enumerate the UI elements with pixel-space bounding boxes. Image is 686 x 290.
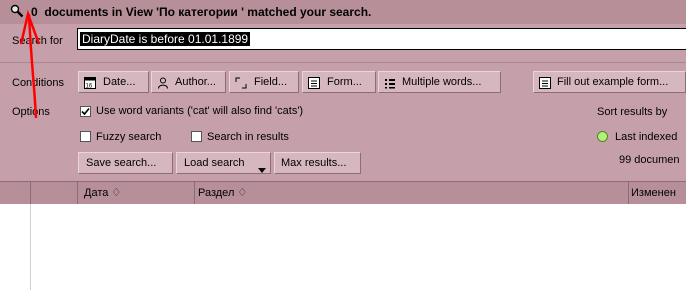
search-panel: 0 documents in View 'По категории ' matc… <box>0 0 686 181</box>
max-results-button[interactable]: Max results... <box>274 152 361 174</box>
search-input[interactable]: DiaryDate is before 01.01.1899 <box>77 28 686 50</box>
person-icon <box>157 76 169 89</box>
svg-text:16: 16 <box>86 84 93 90</box>
field-icon <box>235 76 247 89</box>
calendar-icon: 16 <box>84 76 96 90</box>
save-search-button[interactable]: Save search... <box>78 152 173 174</box>
load-search-button[interactable]: Load search <box>176 152 271 174</box>
column-header-section[interactable]: Раздел ♢ <box>194 182 628 204</box>
search-icon <box>10 4 24 21</box>
divider <box>0 62 686 63</box>
sort-icon: ♢ <box>237 187 248 199</box>
column-header-date[interactable]: Дата ♢ <box>77 182 194 204</box>
options-label: Options <box>12 106 50 118</box>
sort-results-label: Sort results by <box>597 106 668 118</box>
search-in-results-checkbox[interactable] <box>191 131 202 142</box>
form-icon <box>539 76 551 89</box>
results-status-bar: 0 documents in View 'По категории ' matc… <box>0 0 686 24</box>
conditions-label: Conditions <box>12 77 64 89</box>
fuzzy-search-label: Fuzzy search <box>96 131 162 143</box>
word-variants-checkbox[interactable] <box>80 106 91 117</box>
fuzzy-search-checkbox[interactable] <box>80 131 91 142</box>
column-header-modified[interactable]: Изменен <box>628 182 686 204</box>
field-condition-button[interactable]: Field... <box>229 71 299 93</box>
fill-example-form-button[interactable]: Fill out example form... <box>533 71 686 93</box>
results-status-text: 0 documents in View 'По категории ' matc… <box>31 5 372 19</box>
results-table-header: Дата ♢ Раздел ♢ Изменен <box>0 181 686 204</box>
multiple-words-icon <box>384 76 396 89</box>
last-indexed-radio[interactable] <box>597 131 608 142</box>
form-icon <box>308 76 320 89</box>
date-condition-button[interactable]: 16 Date... <box>78 71 149 93</box>
results-list-divider <box>30 204 31 290</box>
dropdown-arrow-icon <box>258 160 266 173</box>
form-condition-button[interactable]: Form... <box>302 71 376 93</box>
search-in-results-label: Search in results <box>207 131 289 143</box>
sort-icon: ♢ <box>111 187 122 199</box>
checkmark-icon <box>81 107 90 116</box>
search-for-label: Search for <box>12 35 63 47</box>
author-condition-button[interactable]: Author... <box>151 71 226 93</box>
search-query-text: DiaryDate is before 01.01.1899 <box>80 32 251 46</box>
document-count-text: 99 documen <box>619 154 680 166</box>
multiple-words-button[interactable]: Multiple words... <box>378 71 501 93</box>
word-variants-label: Use word variants ('cat' will also find … <box>96 105 304 117</box>
last-indexed-label: Last indexed <box>615 131 678 143</box>
column-header-blank[interactable] <box>30 182 77 204</box>
